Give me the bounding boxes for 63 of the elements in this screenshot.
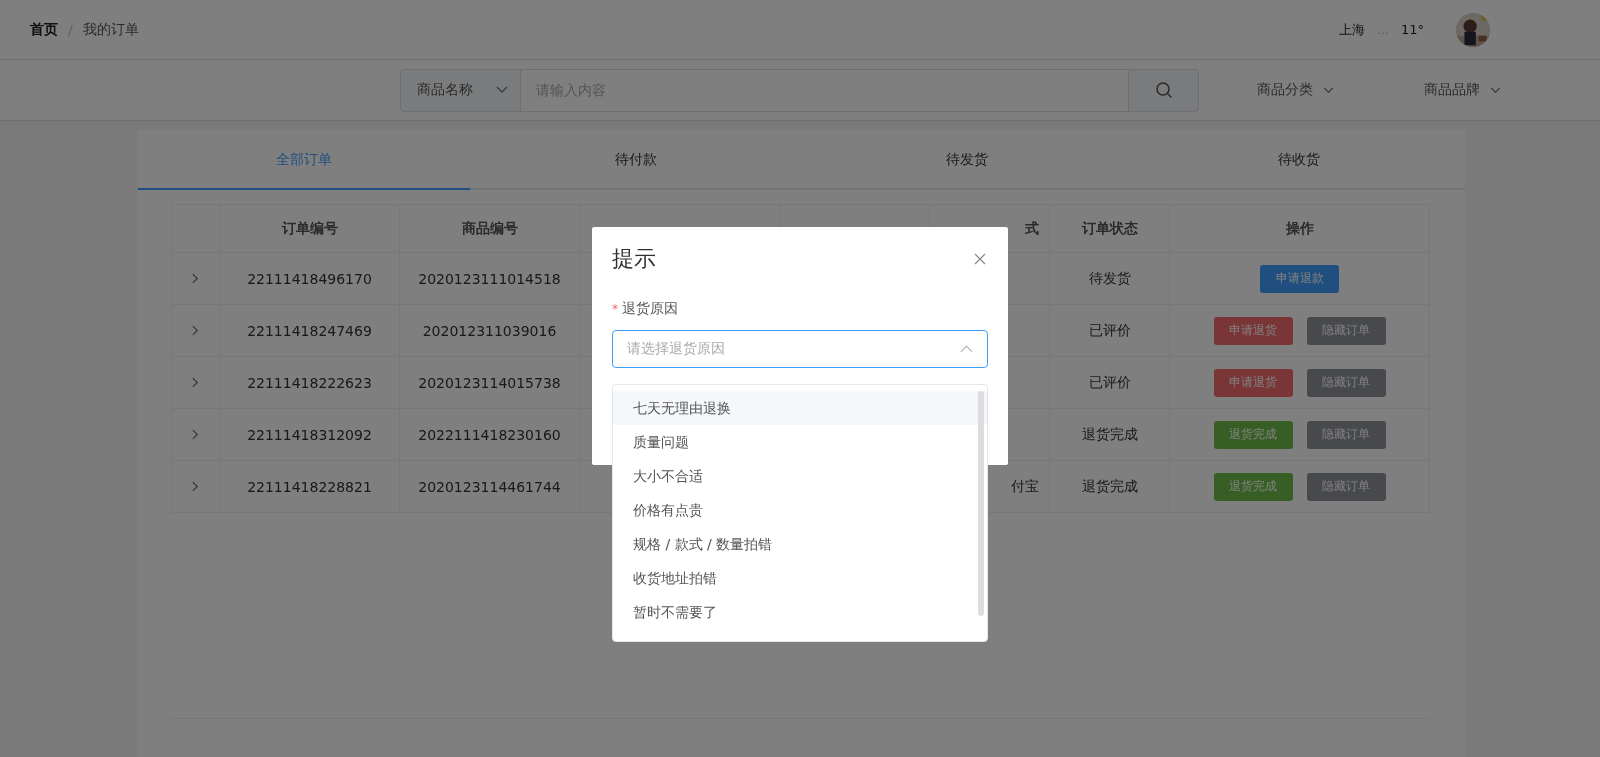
action-button[interactable]: 退货完成 bbox=[1213, 472, 1293, 501]
reason-option[interactable]: 质量问题 bbox=[613, 425, 987, 459]
order-tab[interactable]: 待收货 bbox=[1133, 130, 1465, 190]
reason-option[interactable]: 七天无理由退换 bbox=[613, 391, 987, 425]
table-cell: 退货完成 bbox=[1081, 425, 1138, 442]
action-button[interactable]: 申请退货 bbox=[1213, 316, 1293, 345]
chevron-down-icon bbox=[496, 86, 508, 94]
temperature-text: 11° bbox=[1400, 22, 1424, 37]
expand-chevron-icon[interactable] bbox=[192, 324, 199, 336]
expand-chevron-icon[interactable] bbox=[192, 480, 199, 492]
expand-chevron-icon[interactable] bbox=[192, 376, 199, 388]
required-mark: * bbox=[612, 302, 618, 316]
column-header: 式 bbox=[1025, 219, 1039, 236]
action-button[interactable]: 退货完成 bbox=[1213, 420, 1293, 449]
chevron-down-icon bbox=[1490, 86, 1501, 94]
search-button[interactable] bbox=[1128, 68, 1199, 112]
reason-select[interactable]: 请选择退货原因 bbox=[612, 330, 988, 368]
breadcrumb-link[interactable]: 首页 bbox=[30, 20, 58, 39]
order-tab[interactable]: 全部订单 bbox=[138, 130, 470, 190]
table-cell: 已评价 bbox=[1088, 373, 1131, 390]
column-header: 订单编号 bbox=[281, 219, 338, 236]
reason-option[interactable]: 暂时不需要了 bbox=[613, 595, 987, 629]
order-tab[interactable]: 待付款 bbox=[469, 130, 802, 190]
filter-dropdown[interactable]: 商品品牌 bbox=[1424, 81, 1501, 99]
table-cell: 22111418247469 bbox=[247, 322, 372, 339]
action-button[interactable]: 申请退货 bbox=[1213, 368, 1293, 397]
breadcrumb-separator: / bbox=[68, 21, 73, 38]
table-cell: 待发货 bbox=[1088, 269, 1131, 286]
table-cell: 已评价 bbox=[1088, 321, 1131, 338]
close-icon[interactable] bbox=[974, 253, 986, 265]
table-cell: 2020123114461744 bbox=[418, 478, 561, 495]
table-cell: 付宝 bbox=[1011, 477, 1039, 494]
table-cell: 22111418312092 bbox=[247, 426, 372, 443]
table-cell: 22111418496170 bbox=[247, 270, 372, 287]
scrollbar[interactable] bbox=[978, 391, 984, 616]
reason-option[interactable]: 价格有点贵 bbox=[613, 493, 987, 527]
search-icon bbox=[1154, 81, 1173, 99]
table-cell: 22111418222623 bbox=[247, 374, 372, 391]
order-tab[interactable]: 待发货 bbox=[801, 130, 1134, 190]
column-header: 操作 bbox=[1285, 219, 1314, 236]
expand-chevron-icon[interactable] bbox=[192, 272, 199, 284]
table-cell: 退货完成 bbox=[1081, 477, 1138, 494]
field-label: 退货原因 bbox=[622, 300, 678, 318]
table-cell: 2020123111014518 bbox=[418, 270, 561, 287]
city-text: 上海 bbox=[1338, 20, 1365, 39]
chevron-down-icon bbox=[1323, 86, 1334, 94]
table-cell: 22111418228821 bbox=[247, 478, 372, 495]
table-cell: 2022111418230160 bbox=[418, 426, 561, 443]
column-header: 订单状态 bbox=[1081, 219, 1138, 236]
action-button[interactable]: 申请退款 bbox=[1260, 264, 1339, 293]
weather-status: ... bbox=[1376, 22, 1389, 37]
breadcrumb-link[interactable]: 我的订单 bbox=[82, 20, 139, 39]
table-cell: 202012311039016 bbox=[422, 322, 557, 339]
dialog-title: 提示 bbox=[612, 245, 656, 273]
category-select[interactable]: 商品名称 bbox=[400, 68, 521, 112]
expand-chevron-icon[interactable] bbox=[192, 428, 199, 440]
reason-option[interactable]: 规格 / 款式 / 数量拍错 bbox=[613, 527, 987, 561]
filter-dropdown[interactable]: 商品分类 bbox=[1257, 81, 1334, 99]
table-cell: 2020123114015738 bbox=[418, 374, 561, 391]
reason-option[interactable]: 收货地址拍错 bbox=[613, 561, 987, 595]
reason-option[interactable]: 大小不合适 bbox=[613, 459, 987, 493]
column-header: 商品编号 bbox=[461, 219, 518, 236]
chevron-icon bbox=[960, 345, 973, 353]
